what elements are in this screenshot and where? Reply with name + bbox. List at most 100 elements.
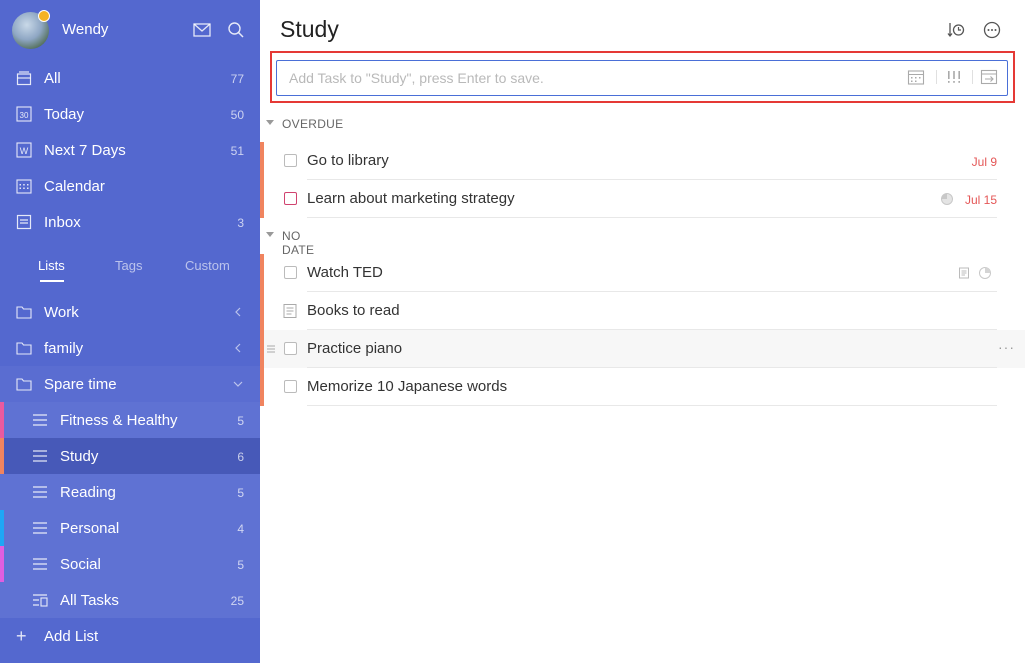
add-list-button[interactable]: + Add List [0,618,260,654]
section-label: OVERDUE [282,117,344,131]
drag-handle-icon[interactable] [266,344,276,354]
nav-count: 50 [230,108,244,122]
mail-icon[interactable] [192,20,212,40]
list-label: All Tasks [60,592,119,609]
list-color-bar [0,510,4,546]
list-label: Study [60,448,99,465]
task-row[interactable]: Practice piano ··· [260,330,1025,368]
tab-lists[interactable]: Lists [38,258,65,273]
nav-item-inbox[interactable]: Inbox 3 [0,204,260,240]
nav-item-next-7-days[interactable]: W Next 7 Days 51 [0,132,260,168]
list-move-icon[interactable] [980,68,998,86]
folder-icon [16,378,32,391]
add-list-label: Add List [44,628,99,645]
list-item-social[interactable]: Social 5 [0,546,260,582]
list-label: Fitness & Healthy [60,412,178,429]
section-label: NO DATE [282,229,315,257]
main-panel: Study OVERDUE Go to library Jul 9 [260,0,1025,663]
calendar-icon[interactable] [907,68,925,86]
folder-label: Spare time [44,376,117,393]
list-item-all-tasks[interactable]: All Tasks 25 [0,582,260,618]
note-icon [959,267,969,279]
task-row[interactable]: Watch TED [260,254,1025,292]
list-color-bar [0,402,4,438]
nav-item-all[interactable]: All 77 [0,60,260,96]
more-options-icon[interactable] [982,20,1002,40]
list-item-personal[interactable]: Personal 4 [0,510,260,546]
task-title[interactable]: Practice piano [307,340,402,357]
folder-label: family [44,340,84,357]
task-title[interactable]: Memorize 10 Japanese words [307,378,507,395]
task-row[interactable]: Memorize 10 Japanese words [260,368,1025,406]
folder-icon [16,306,32,319]
task-row[interactable]: Go to library Jul 9 [260,142,1025,180]
list-count: 5 [237,486,244,500]
task-title[interactable]: Go to library [307,152,389,169]
collapse-triangle-icon [266,232,274,237]
calendar-week-icon: W [16,142,32,158]
search-icon[interactable] [226,20,246,40]
task-checkbox[interactable] [284,154,297,167]
nav-label: Calendar [44,178,105,195]
list-icon [33,522,47,534]
task-due-date[interactable]: Jul 15 [965,193,997,207]
folder-label: Work [44,304,79,321]
list-item-fitness[interactable]: Fitness & Healthy 5 [0,402,260,438]
chevron-left-icon[interactable] [232,341,244,355]
calendar-grid-icon [16,179,32,194]
profile-header: Wendy [0,0,260,60]
nav-item-today[interactable]: 30 Today 50 [0,96,260,132]
list-icon [33,414,47,426]
plus-icon: + [16,626,27,646]
task-checkbox[interactable] [284,192,297,205]
task-row[interactable]: Books to read [260,292,1025,330]
nav-item-calendar[interactable]: Calendar [0,168,260,204]
priority-icon[interactable] [945,68,963,86]
svg-text:30: 30 [20,111,29,120]
profile-name[interactable]: Wendy [62,21,108,38]
folder-work[interactable]: Work [0,294,260,330]
tab-tags[interactable]: Tags [115,258,142,273]
chevron-left-icon[interactable] [232,305,244,319]
inbox-stack-icon [16,71,32,86]
progress-pie-icon [941,193,953,205]
sidebar-tabs: Lists Tags Custom [0,250,260,282]
svg-text:W: W [20,146,29,156]
note-task-icon[interactable] [283,303,297,319]
folder-family[interactable]: family [0,330,260,366]
task-checkbox[interactable] [284,380,297,393]
add-task-input[interactable] [276,60,1008,96]
tab-custom[interactable]: Custom [185,258,230,273]
task-title[interactable]: Learn about marketing strategy [307,190,515,207]
calendar-30-icon: 30 [16,106,32,122]
priority-bar [260,142,264,180]
task-checkbox[interactable] [284,266,297,279]
task-checkbox[interactable] [284,342,297,355]
priority-bar [260,330,264,368]
task-title[interactable]: Books to read [307,302,400,319]
task-title[interactable]: Watch TED [307,264,383,281]
priority-bar [260,292,264,330]
list-count: 6 [237,450,244,464]
list-count: 25 [230,594,244,608]
list-item-study[interactable]: Study 6 [0,438,260,474]
list-color-bar [0,438,4,474]
active-tab-indicator [40,280,64,282]
sort-by-time-icon[interactable] [946,20,966,40]
task-row[interactable]: Learn about marketing strategy Jul 15 [260,180,1025,218]
priority-bar [260,368,264,406]
nav-label: Today [44,106,85,123]
all-tasks-icon [33,594,48,607]
nav-count: 3 [237,216,244,230]
list-count: 4 [237,522,244,536]
row-divider [307,217,997,218]
task-due-date[interactable]: Jul 9 [972,155,997,169]
task-more-icon[interactable]: ··· [998,339,1015,355]
inbox-icon [16,214,32,230]
list-color-bar [0,546,4,582]
input-separator [936,70,937,84]
folder-spare-time[interactable]: Spare time [0,366,260,402]
chevron-down-icon[interactable] [232,377,244,391]
list-label: Personal [60,520,120,537]
list-item-reading[interactable]: Reading 5 [0,474,260,510]
